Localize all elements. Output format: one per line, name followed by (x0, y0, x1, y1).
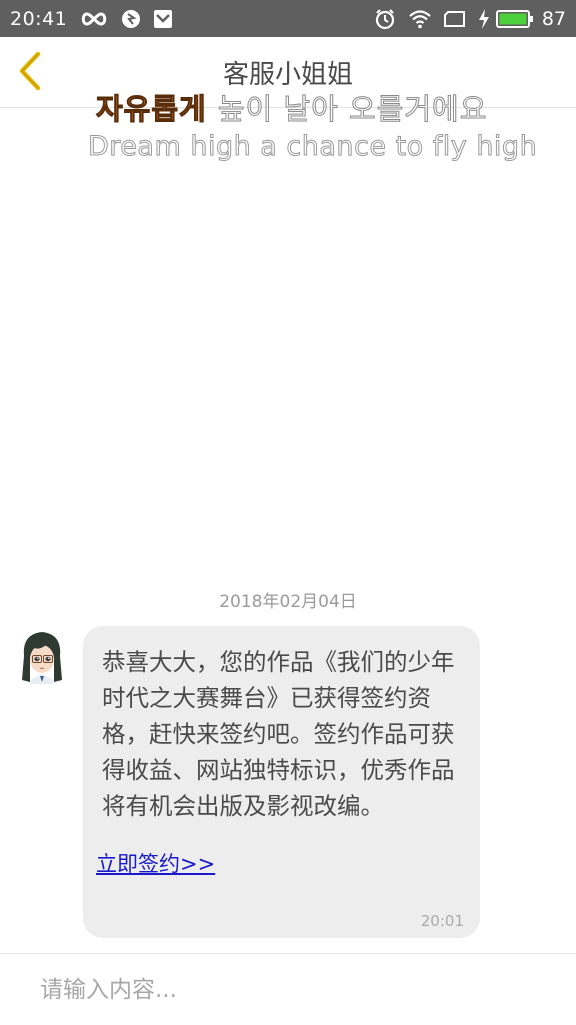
alarm-icon (374, 8, 396, 30)
input-bar (0, 953, 576, 1025)
status-left: 20:41 (10, 0, 173, 37)
message-time: 20:01 (420, 912, 464, 930)
battery-icon (495, 9, 534, 29)
shield-icon (121, 9, 141, 29)
watermark-korean: 자유롭게 높이 날아 오를거에요 (96, 86, 487, 128)
watermark-korean-rest: 높이 날아 오를거에요 (217, 92, 488, 127)
avatar[interactable] (18, 628, 66, 684)
status-right: 87 (362, 0, 566, 37)
watermark-english: Dream high a chance to fly high (87, 131, 538, 163)
watermark-korean-accent: 자유롭게 (96, 92, 207, 127)
battery-percent: 87 (541, 7, 566, 30)
charging-icon (478, 8, 490, 29)
wifi-icon (408, 9, 432, 29)
chat-date-label: 2018年02月04日 (219, 592, 357, 612)
message-input[interactable] (40, 968, 540, 1012)
sign-contract-link[interactable]: 立即签约>> (96, 848, 215, 878)
message-text: 恭喜大大，您的作品《我们的少年时代之大赛舞台》已获得签约资格，赶快来签约吧。签约… (102, 648, 455, 820)
status-time: 20:41 (10, 7, 68, 30)
status-bar: 20:41 87 (0, 0, 576, 37)
avatar-girl-icon (22, 632, 62, 684)
inbox-icon (153, 9, 173, 29)
infinity-icon (79, 11, 109, 27)
sim-icon (443, 10, 466, 27)
message-bubble: 恭喜大大，您的作品《我们的少年时代之大赛舞台》已获得签约资格，赶快来签约吧。签约… (83, 626, 480, 938)
